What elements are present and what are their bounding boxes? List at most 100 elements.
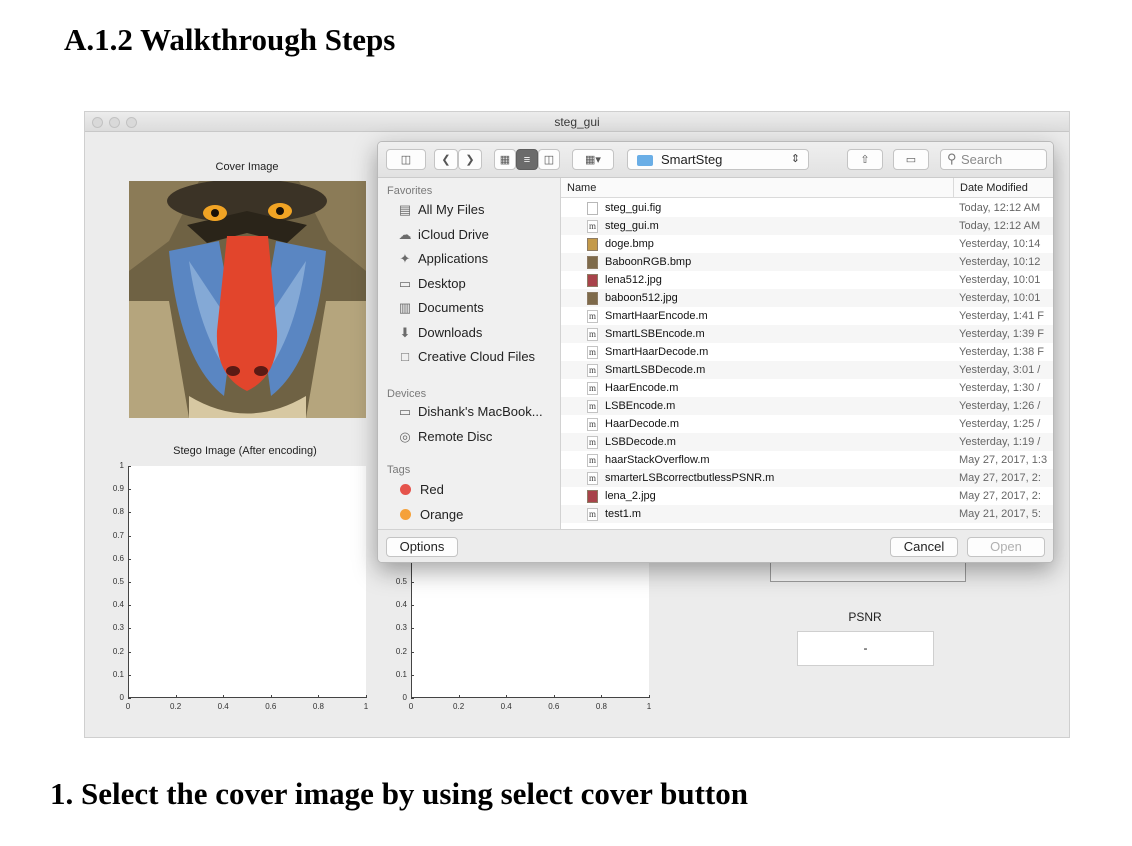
- stego-image-label: Stego Image (After encoding): [173, 445, 317, 457]
- applications-icon: ✦: [399, 251, 411, 266]
- cancel-button[interactable]: Cancel: [890, 537, 958, 557]
- x-tick-label: 0: [125, 702, 131, 711]
- output-panel: [770, 563, 966, 582]
- x-tick-mark: [175, 695, 177, 698]
- title-bar: steg_gui: [85, 112, 1069, 132]
- sidebar-toggle-button[interactable]: ◫: [386, 149, 426, 170]
- arrange-button[interactable]: ▦▾: [572, 149, 614, 170]
- x-tick-label: 0.4: [500, 702, 512, 711]
- file-date: May 27, 2017, 2:: [959, 472, 1041, 484]
- y-tick-label: 1: [119, 461, 124, 470]
- tag-label: Orange: [420, 506, 464, 522]
- share-button[interactable]: ⇧: [847, 149, 883, 170]
- sidebar-item-applications[interactable]: ✦ Applications: [397, 251, 489, 267]
- y-tick-mark: [128, 535, 131, 537]
- y-tick-label: 0.5: [112, 577, 124, 586]
- y-tick-mark: [411, 674, 414, 676]
- tag-item-red[interactable]: Red: [397, 482, 444, 497]
- forward-button[interactable]: ❯: [458, 149, 482, 170]
- open-button[interactable]: Open: [967, 537, 1045, 557]
- chevron-left-icon: ❮: [441, 154, 451, 166]
- file-row[interactable]: steg_gui.fig Today, 12:12 AM: [561, 199, 1053, 217]
- y-tick-mark: [128, 558, 131, 560]
- file-date: Yesterday, 10:01: [959, 292, 1041, 304]
- chevron-right-icon: ❯: [465, 154, 475, 166]
- y-tick-label: 0.7: [112, 530, 124, 540]
- file-row[interactable]: m steg_gui.m Today, 12:12 AM: [561, 217, 1053, 235]
- icon-view-button[interactable]: ▦: [494, 149, 516, 170]
- y-tick-mark: [411, 628, 414, 630]
- disc-icon: ◎: [399, 428, 411, 444]
- file-name: SmartHaarEncode.m: [605, 310, 708, 322]
- file-row[interactable]: m HaarDecode.m Yesterday, 1:25 /: [561, 415, 1053, 433]
- file-date: Yesterday, 1:30 /: [959, 382, 1041, 394]
- file-date: Yesterday, 1:41 F: [959, 310, 1044, 322]
- file-row[interactable]: m SmartHaarDecode.m Yesterday, 1:38 F: [561, 343, 1053, 361]
- file-row[interactable]: BaboonRGB.bmp Yesterday, 10:12: [561, 253, 1053, 271]
- image-file-icon: [587, 292, 598, 305]
- devices-header: Devices: [387, 388, 427, 400]
- file-row[interactable]: m HaarEncode.m Yesterday, 1:30 /: [561, 379, 1053, 397]
- finder-sidebar: Favorites ▤ All My Files ☁ iCloud Drive ✦ App…: [378, 178, 561, 529]
- file-row[interactable]: baboon512.jpg Yesterday, 10:01: [561, 289, 1053, 307]
- sidebar-item-icloud-drive[interactable]: ☁ iCloud Drive: [397, 227, 489, 243]
- x-tick-label: 0: [408, 702, 414, 711]
- document-file-icon: [587, 202, 598, 215]
- file-row[interactable]: doge.bmp Yesterday, 10:14: [561, 235, 1053, 253]
- all-files-icon: ▤: [398, 202, 412, 217]
- file-row[interactable]: m SmartLSBDecode.m Yesterday, 3:01 /: [561, 361, 1053, 379]
- file-row[interactable]: m LSBDecode.m Yesterday, 1:19 /: [561, 433, 1053, 451]
- y-tick-mark: [128, 512, 131, 514]
- x-tick-label: 0.8: [312, 702, 324, 711]
- file-row[interactable]: m test1.m May 21, 2017, 5:: [561, 505, 1053, 523]
- column-view-button[interactable]: ◫: [538, 149, 560, 170]
- share-icon: ⇧: [860, 154, 870, 166]
- sidebar-item-creative-cloud-files[interactable]: □ Creative Cloud Files: [397, 349, 535, 364]
- sidebar-item-label: Documents: [418, 300, 484, 315]
- list-view-button[interactable]: ≡: [516, 149, 538, 170]
- search-input[interactable]: ⚲ Search: [940, 149, 1047, 170]
- sidebar-item-documents[interactable]: ▥ Documents: [397, 300, 484, 316]
- file-date: Yesterday, 1:19 /: [959, 436, 1041, 448]
- name-column-header[interactable]: Name: [561, 178, 953, 198]
- date-column-header[interactable]: Date Modified: [954, 178, 1053, 198]
- sidebar-item-remote-disc[interactable]: ◎ Remote Disc: [397, 429, 492, 445]
- file-row[interactable]: m smarterLSBcorrectbutlessPSNR.m May 27, 2…: [561, 469, 1053, 487]
- file-row[interactable]: m haarStackOverflow.m May 27, 2017, 1:3: [561, 451, 1053, 469]
- back-button[interactable]: ❮: [434, 149, 458, 170]
- file-row[interactable]: m LSBEncode.m Yesterday, 1:26 /: [561, 397, 1053, 415]
- cover-image-label: Cover Image: [215, 161, 279, 173]
- file-name: HaarDecode.m: [605, 418, 679, 430]
- file-name: haarStackOverflow.m: [605, 454, 710, 466]
- tag-button[interactable]: ▭: [893, 149, 929, 170]
- x-tick-mark: [553, 695, 555, 698]
- window-title: steg_gui: [554, 115, 600, 129]
- desktop-icon: ▭: [398, 275, 412, 291]
- matlab-file-icon: m: [587, 454, 598, 467]
- sidebar-item-all-my-files[interactable]: ▤ All My Files: [397, 202, 485, 218]
- image-file-icon: [587, 238, 598, 251]
- file-row[interactable]: lena_2.jpg May 27, 2017, 2:: [561, 487, 1053, 505]
- y-tick-mark: [128, 674, 131, 676]
- sidebar-toggle-icon: ◫: [400, 154, 412, 166]
- cover-image: [129, 181, 366, 418]
- sidebar-item-label: Downloads: [418, 324, 483, 340]
- sidebar-item-dishank-s-macbook[interactable]: ▭ Dishank's MacBook...: [397, 404, 543, 420]
- sidebar-item-desktop[interactable]: ▭ Desktop: [397, 276, 466, 292]
- file-name: HaarEncode.m: [605, 382, 679, 394]
- options-button[interactable]: Options: [386, 537, 458, 557]
- tag-item-orange[interactable]: Orange: [397, 507, 463, 522]
- column-view-icon: ◫: [543, 154, 555, 166]
- file-row[interactable]: lena512.jpg Yesterday, 10:01: [561, 271, 1053, 289]
- x-tick-mark: [601, 695, 603, 698]
- y-tick-mark: [128, 628, 131, 630]
- file-date: Yesterday, 1:25 /: [959, 418, 1041, 430]
- file-row[interactable]: m SmartHaarEncode.m Yesterday, 1:41 F: [561, 307, 1053, 325]
- extracted-axes: [411, 557, 649, 698]
- x-tick-label: 0.6: [265, 702, 277, 711]
- sidebar-item-downloads[interactable]: ⬇ Downloads: [397, 324, 483, 341]
- up-down-chevron-icon: ⇕: [790, 153, 800, 165]
- folder-location-popup[interactable]: SmartSteg ⇕: [627, 149, 809, 170]
- file-name: lena_2.jpg: [605, 490, 656, 502]
- file-row[interactable]: m SmartLSBEncode.m Yesterday, 1:39 F: [561, 325, 1053, 343]
